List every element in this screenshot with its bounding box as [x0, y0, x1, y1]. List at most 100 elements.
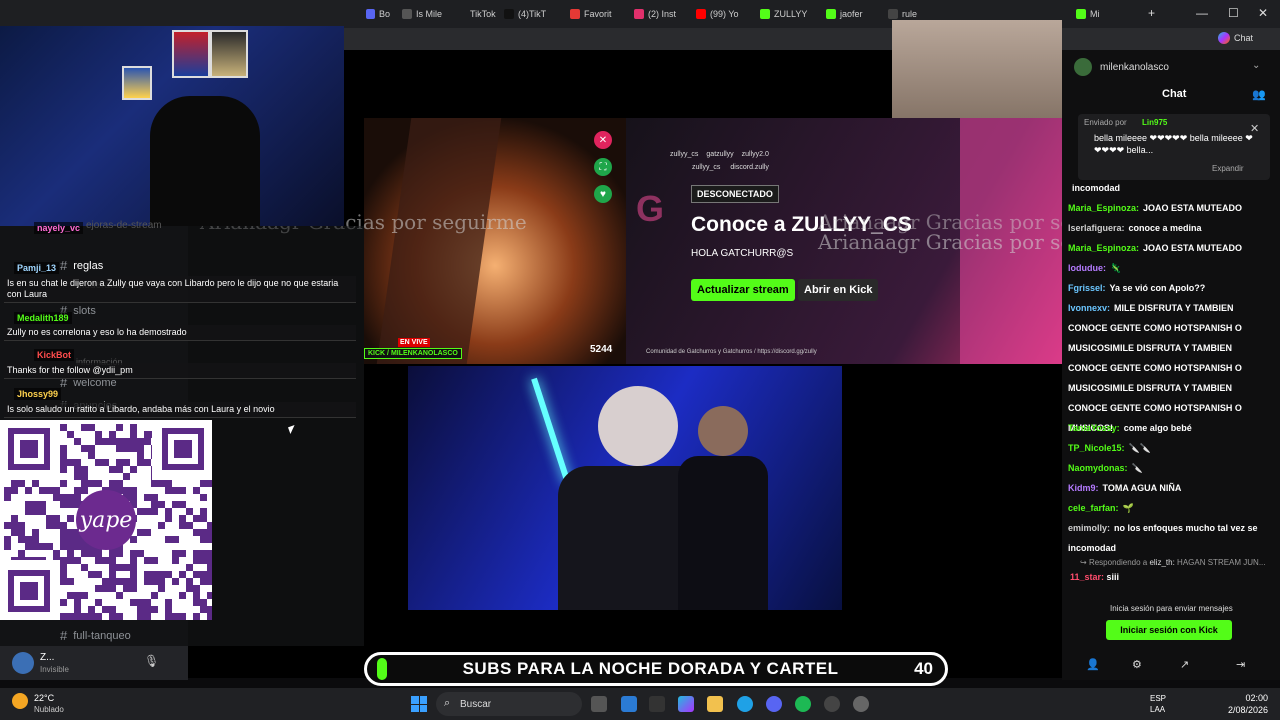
tab-favicon-icon — [402, 9, 412, 19]
user-status-bar[interactable]: Z... Invisible 🎙 — [0, 646, 188, 680]
brand-mark: G — [636, 188, 665, 229]
chat-user[interactable]: lodudue: — [1068, 263, 1106, 273]
minimize-button[interactable]: — — [1196, 6, 1208, 20]
clock-date[interactable]: 2/08/2026 — [1208, 705, 1268, 715]
live-badge: EN VIVE — [398, 338, 430, 347]
kick-tag: KICK / MILENKANOLASCO — [364, 348, 462, 359]
logout-icon[interactable]: ⇥ — [1236, 658, 1245, 671]
chat-user[interactable]: lserlafiguera: — [1068, 223, 1125, 233]
username-text: nayely_vc — [37, 223, 81, 233]
tab-label: Is Mile — [416, 9, 443, 19]
browser-tab[interactable]: Mi — [1072, 4, 1120, 24]
channel-avatar — [1074, 58, 1092, 76]
offline-subtitle: HOLA GATCHURR@S — [691, 248, 794, 259]
chat-message: TaniaYossy: come algo bebé — [1068, 418, 1272, 438]
browser-tab[interactable]: (4)TikT — [500, 4, 562, 24]
username-text: Medalith189 — [17, 313, 69, 323]
fullscreen-icon[interactable]: ⛶ — [594, 158, 612, 176]
browser-tab[interactable]: (99) Yo — [692, 4, 750, 24]
chat-user[interactable]: Fgrissel: — [1068, 283, 1106, 293]
channel-reglas[interactable]: # reglas — [60, 258, 103, 273]
close-window-button[interactable]: ✕ — [1258, 6, 1268, 20]
tab-label: (4)TikT — [518, 9, 547, 19]
channel-label: reglas — [73, 259, 104, 272]
discord-icon[interactable] — [766, 696, 782, 712]
chat-message: incomodad — [1068, 178, 1272, 198]
chat-user[interactable]: emimolly: — [1068, 523, 1110, 533]
maximize-button[interactable]: ☐ — [1228, 6, 1239, 20]
kick-login-button[interactable]: Iniciar sesión con Kick — [1106, 620, 1232, 640]
chat-text: Ya se vió con Apolo?? — [1109, 283, 1206, 293]
tab-favicon-icon — [634, 9, 644, 19]
close-icon[interactable]: ✕ — [594, 131, 612, 149]
chat-user[interactable]: Maria_Espinoza: — [1068, 243, 1139, 253]
open-in-kick-button[interactable]: Abrir en Kick — [798, 279, 879, 301]
chat-text: 🔪 — [1131, 463, 1143, 473]
socials-row: zullyy_cs gatzullyy zullyy2.0 — [670, 151, 769, 158]
chat-user[interactable]: Maria_Espinoza: — [1068, 203, 1139, 213]
users-icon[interactable]: 👥 — [1252, 88, 1266, 101]
browser-tab[interactable]: Is Mile — [398, 4, 456, 24]
chat-message: Maria_Espinoza: JOAO ESTA MUTEADO — [1068, 238, 1272, 258]
clock-time[interactable]: 02:00 — [1220, 693, 1268, 703]
browser-tab[interactable]: Bo — [362, 4, 394, 24]
tab-favicon-icon — [696, 9, 706, 19]
hash-icon: # — [60, 628, 68, 643]
browser-tab[interactable]: TikTok — [462, 4, 496, 24]
social-tiktok: zullyy_cs — [670, 151, 699, 158]
chat-text: JOAO ESTA MUTEADO — [1143, 243, 1243, 253]
chevron-down-icon[interactable]: ⌄ — [1252, 60, 1260, 71]
channel-full-tanqueo[interactable]: # full-tanqueo — [60, 628, 131, 643]
chat-message: TP_Nicole15: 🔪🔪 — [1068, 438, 1272, 458]
social-twitter: zullyy_cs — [692, 164, 721, 171]
add-user-icon[interactable]: 👤 — [1086, 658, 1100, 671]
file-explorer-icon[interactable] — [707, 696, 723, 712]
microphone-icon[interactable]: 🎙 — [144, 654, 159, 668]
browser-tab[interactable]: Favorit — [566, 4, 626, 24]
username-text: Jhossy99 — [17, 389, 59, 399]
weather-temp: 22°C — [34, 693, 55, 703]
chat-user[interactable]: Naomydonas: — [1068, 463, 1128, 473]
edge-icon[interactable] — [737, 696, 753, 712]
chat-message: cele_farfan: 🌱 — [1068, 498, 1272, 518]
copilot-icon[interactable] — [678, 696, 694, 712]
tab-favicon-icon — [504, 9, 514, 19]
widgets-icon[interactable] — [621, 696, 637, 712]
social-kick: zullyy2.0 — [741, 151, 769, 158]
region-indicator[interactable]: LAA — [1150, 705, 1165, 714]
chat-user[interactable]: Kidm9: — [1068, 483, 1099, 493]
spotify-icon[interactable] — [795, 696, 811, 712]
lang-indicator[interactable]: ESP — [1150, 694, 1166, 703]
chat-text: conoce a medina — [1128, 223, 1202, 233]
copilot-chat-button[interactable]: Chat — [1218, 32, 1253, 44]
pinned-by-label: Enviado por — [1084, 118, 1127, 127]
share-icon[interactable]: ↗ — [1180, 658, 1189, 671]
app-icon[interactable] — [824, 696, 840, 712]
obs-icon[interactable] — [853, 696, 869, 712]
chat-user[interactable]: TP_Nicole15: — [1068, 443, 1125, 453]
chat-message: Ivonnexv: MILE DISFRUTA Y TAMBIEN CONOCE … — [1068, 298, 1272, 433]
community-text: Comunidad de Gatchurros y Gatchurros / h… — [646, 349, 817, 355]
tab-label: (2) Inst — [648, 9, 677, 19]
tab-label: (99) Yo — [710, 9, 739, 19]
heart-icon[interactable]: ♥ — [594, 185, 612, 203]
task-view-icon[interactable] — [591, 696, 607, 712]
chat-user[interactable]: Ivonnexv: — [1068, 303, 1110, 313]
close-icon[interactable]: ✕ — [1250, 122, 1259, 135]
store-icon[interactable] — [649, 696, 665, 712]
expand-link[interactable]: Expandir — [1212, 164, 1244, 173]
new-tab-button[interactable]: + — [1148, 6, 1155, 20]
chat-text: 🔪🔪 — [1128, 443, 1151, 453]
closeup-cam-feed: EN VIVE KICK / MILENKANOLASCO 5244 — [364, 118, 626, 364]
gear-icon[interactable]: ⚙ — [1132, 658, 1142, 671]
update-stream-button[interactable]: Actualizar stream — [691, 279, 795, 301]
chat-user[interactable]: cele_farfan: — [1068, 503, 1119, 513]
chat-message: Is en su chat le dijeron a Zully que vay… — [4, 276, 356, 303]
browser-tab[interactable]: ZULLYY — [756, 4, 816, 24]
browser-tab[interactable]: (2) Inst — [630, 4, 686, 24]
chat-user[interactable]: TaniaYossy: — [1068, 423, 1120, 433]
taskbar-search[interactable]: ⌕ Buscar — [436, 692, 582, 716]
windows-start-icon[interactable] — [411, 696, 427, 712]
browser-tab[interactable]: jaofer — [822, 4, 878, 24]
tab-label: Favorit — [584, 9, 612, 19]
